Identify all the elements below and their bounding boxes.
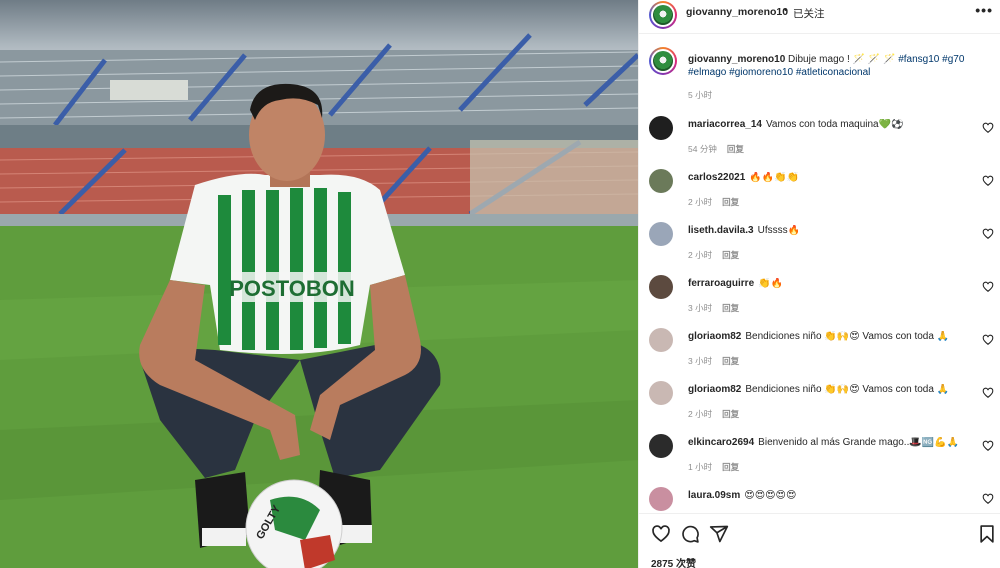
photo-scene: POSTOBON GOLTY — [0, 33, 638, 568]
commenter-username[interactable]: gloriaom82 — [688, 384, 741, 395]
bookmark-icon[interactable] — [977, 524, 997, 544]
comment-text: 👏🔥 — [758, 278, 784, 289]
post-header: giovanny_moreno10 • 已关注 ••• — [639, 0, 1000, 34]
comment-meta: 2 小时 回复 — [688, 408, 749, 420]
author-username[interactable]: giovanny_moreno10 — [686, 6, 788, 18]
comment-text: 🔥🔥👏👏 — [749, 172, 800, 183]
comment-like-heart-icon[interactable] — [982, 440, 994, 452]
comment-item: gloriaom82 Bendiciones niño 👏🙌😍 Vamos con… — [649, 328, 994, 376]
comment-item: elkincaro2694 Bienvenido al más Grande ma… — [649, 434, 994, 482]
comment-body: gloriaom82 Bendiciones niño 👏🙌😍 Vamos con… — [688, 331, 968, 343]
comment-like-heart-icon[interactable] — [982, 334, 994, 346]
comment-text: Vamos con toda maquina💚⚽ — [765, 119, 904, 130]
more-options-icon[interactable]: ••• — [975, 2, 993, 18]
comment-text: 😍😍😍😍😍 — [744, 490, 797, 501]
comment-meta: 1 小时 回复 — [688, 461, 749, 473]
commenter-avatar[interactable] — [649, 434, 673, 458]
commenter-username[interactable]: carlos22021 — [688, 172, 745, 183]
comment-timestamp: 3 小时 — [688, 303, 713, 313]
comment-timestamp: 2 小时 — [688, 409, 713, 419]
hashtag-link[interactable]: #g70 — [942, 54, 964, 65]
comment-like-heart-icon[interactable] — [982, 493, 994, 505]
comment-text: Bienvenido al más Grande mago..🎩🆖💪🙏 — [758, 437, 960, 448]
hashtag-link[interactable]: #giomoreno10 — [729, 67, 793, 78]
comment-timestamp: 2 小时 — [688, 250, 713, 260]
reply-button[interactable]: 回复 — [722, 197, 739, 207]
following-status-button[interactable]: 已关注 — [793, 6, 825, 21]
comment-body: laura.09sm 😍😍😍😍😍 — [688, 490, 968, 502]
reply-button[interactable]: 回复 — [722, 303, 739, 313]
comment-item: ferraroaguirre 👏🔥 3 小时 回复 — [649, 275, 994, 323]
comment-text: Ufssss🔥 — [757, 225, 801, 236]
comment-like-heart-icon[interactable] — [982, 228, 994, 240]
caption-username[interactable]: giovanny_moreno10 — [688, 54, 785, 65]
comment-item: mariacorrea_14 Vamos con toda maquina💚⚽ 54… — [649, 116, 994, 164]
hashtag-link[interactable]: #elmago — [688, 67, 726, 78]
jersey-sponsor-text: POSTOBON — [229, 276, 355, 301]
comment-like-heart-icon[interactable] — [982, 122, 994, 134]
comment-item: laura.09sm 😍😍😍😍😍 — [649, 487, 994, 513]
comment-body: elkincaro2694 Bienvenido al más Grande ma… — [688, 437, 968, 449]
comment-body: ferraroaguirre 👏🔥 — [688, 278, 968, 290]
comment-body: liseth.davila.3 Ufssss🔥 — [688, 225, 968, 237]
separator-dot: • — [784, 5, 788, 16]
comment-item: gloriaom82 Bendiciones niño 👏🙌😍 Vamos con… — [649, 381, 994, 429]
commenter-avatar[interactable] — [649, 328, 673, 352]
comments-scroll-area[interactable]: giovanny_moreno10 Dibuje mago ! 🪄 🪄 🪄 #f… — [639, 35, 1000, 513]
reply-button[interactable]: 回复 — [722, 462, 739, 472]
comment-meta: 2 小时 回复 — [688, 196, 749, 208]
commenter-username[interactable]: liseth.davila.3 — [688, 225, 754, 236]
comment-timestamp: 3 小时 — [688, 356, 713, 366]
commenter-avatar[interactable] — [649, 222, 673, 246]
reply-button[interactable]: 回复 — [722, 409, 739, 419]
commenter-username[interactable]: elkincaro2694 — [688, 437, 754, 448]
hashtag-link[interactable]: #fansg10 — [898, 54, 939, 65]
comment-timestamp: 1 小时 — [688, 462, 713, 472]
heart-icon[interactable] — [651, 524, 671, 544]
commenter-avatar[interactable] — [649, 116, 673, 140]
commenter-avatar[interactable] — [649, 487, 673, 511]
comment-like-heart-icon[interactable] — [982, 387, 994, 399]
post-photo[interactable]: POSTOBON GOLTY — [0, 0, 638, 568]
commenter-username[interactable]: gloriaom82 — [688, 331, 741, 342]
caption-text: Dibuje mago ! 🪄 🪄 🪄 — [788, 54, 896, 65]
post-actions: 2875 次赞 — [639, 513, 1000, 568]
comment-item: carlos22021 🔥🔥👏👏 2 小时 回复 — [649, 169, 994, 217]
like-count[interactable]: 2875 次赞 — [651, 555, 696, 568]
comment-like-heart-icon[interactable] — [982, 281, 994, 293]
comment-item: liseth.davila.3 Ufssss🔥 2 小时 回复 — [649, 222, 994, 270]
reply-button[interactable]: 回复 — [722, 356, 739, 366]
caption-avatar[interactable] — [649, 47, 677, 75]
comment-timestamp: 54 分钟 — [688, 144, 717, 154]
commenter-avatar[interactable] — [649, 381, 673, 405]
comment-meta: 54 分钟 回复 — [688, 143, 754, 155]
commenter-username[interactable]: mariacorrea_14 — [688, 119, 762, 130]
share-icon[interactable] — [709, 524, 729, 544]
comment-icon[interactable] — [680, 524, 700, 544]
hashtag-link[interactable]: #atleticonacional — [796, 67, 871, 78]
comment-meta: 2 小时 回复 — [688, 249, 749, 261]
comment-timestamp: 2 小时 — [688, 197, 713, 207]
comment-meta: 3 小时 回复 — [688, 355, 749, 367]
comment-meta: 3 小时 回复 — [688, 302, 749, 314]
post-sidebar: giovanny_moreno10 • 已关注 ••• giovanny_mor… — [638, 0, 1000, 568]
comment-body: carlos22021 🔥🔥👏👏 — [688, 172, 968, 184]
comment-text: Bendiciones niño 👏🙌😍 Vamos con toda 🙏 — [745, 384, 950, 395]
comment-text: Bendiciones niño 👏🙌😍 Vamos con toda 🙏 — [745, 331, 950, 342]
commenter-username[interactable]: ferraroaguirre — [688, 278, 754, 289]
commenter-avatar[interactable] — [649, 275, 673, 299]
comment-like-heart-icon[interactable] — [982, 175, 994, 187]
comment-body: gloriaom82 Bendiciones niño 👏🙌😍 Vamos con… — [688, 384, 968, 396]
reply-button[interactable]: 回复 — [722, 250, 739, 260]
comment-body: mariacorrea_14 Vamos con toda maquina💚⚽ — [688, 119, 968, 131]
commenter-username[interactable]: laura.09sm — [688, 490, 740, 501]
author-avatar[interactable] — [649, 1, 677, 29]
commenter-avatar[interactable] — [649, 169, 673, 193]
reply-button[interactable]: 回复 — [727, 144, 744, 154]
caption-timestamp: 5 小时 — [688, 90, 713, 100]
